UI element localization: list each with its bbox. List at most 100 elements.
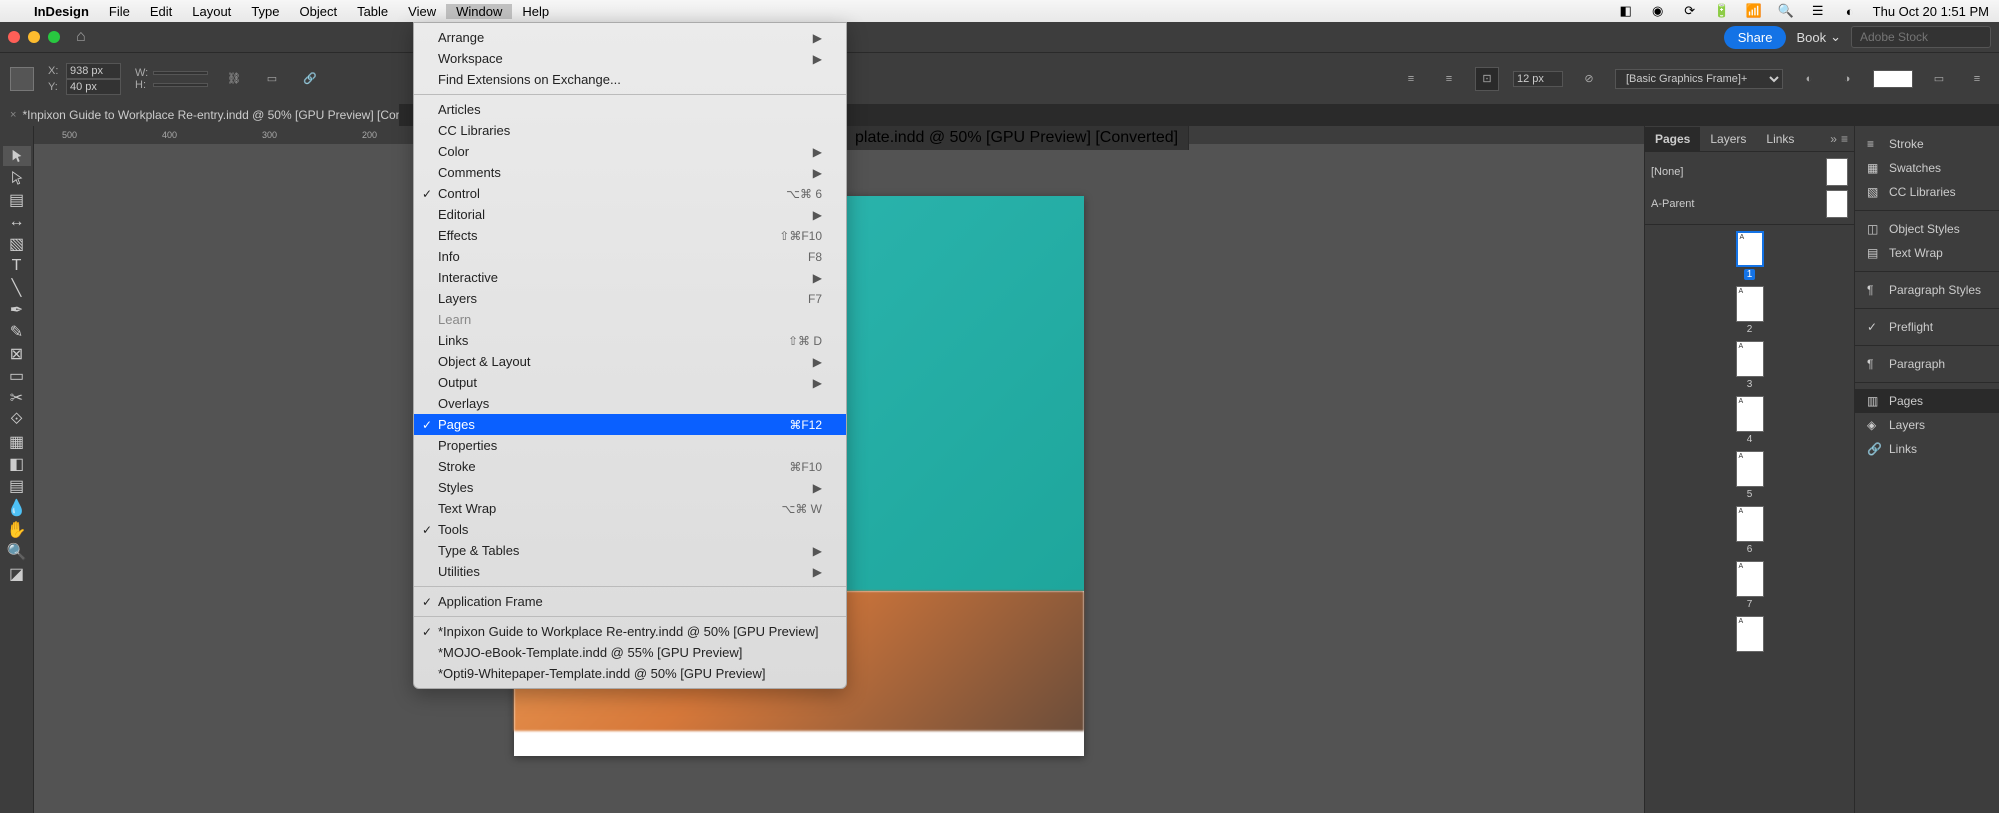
menu-item-utilities[interactable]: Utilities▶: [414, 561, 846, 582]
menubar-app[interactable]: InDesign: [24, 4, 99, 19]
menu-item-color[interactable]: Color▶: [414, 141, 846, 162]
effects-stroke-icon[interactable]: ◑: [1835, 67, 1859, 91]
menu-item-properties[interactable]: Properties: [414, 435, 846, 456]
menu-item-layers[interactable]: LayersF7: [414, 288, 846, 309]
pen-tool[interactable]: ✒: [3, 300, 31, 320]
dock-links[interactable]: 🔗Links: [1855, 437, 1999, 461]
panel-menu-icon[interactable]: ≡: [1965, 67, 1989, 91]
y-field[interactable]: 40 px: [66, 79, 121, 95]
adobe-stock-search[interactable]: [1851, 26, 1991, 48]
line-tool[interactable]: ╲: [3, 278, 31, 298]
minimize-window-button[interactable]: [28, 31, 40, 43]
master-none[interactable]: [None]: [1651, 156, 1848, 188]
menu-type[interactable]: Type: [241, 4, 289, 19]
scissors-tool[interactable]: ✂: [3, 388, 31, 408]
dock-preflight[interactable]: ✓Preflight: [1855, 315, 1999, 339]
wrap-around-icon[interactable]: ⊡: [1475, 67, 1499, 91]
page-thumb-7[interactable]: A: [1736, 561, 1764, 597]
menu-item-styles[interactable]: Styles▶: [414, 477, 846, 498]
menu-item-overlays[interactable]: Overlays: [414, 393, 846, 414]
control-center-icon[interactable]: ☰: [1809, 2, 1827, 20]
h-field[interactable]: [153, 83, 208, 87]
battery-icon[interactable]: 🔋: [1713, 2, 1731, 20]
wifi-icon[interactable]: 📶: [1745, 2, 1763, 20]
menu-item-arrange[interactable]: Arrange▶: [414, 27, 846, 48]
dock-pages[interactable]: ▥Pages: [1855, 389, 1999, 413]
free-transform-tool[interactable]: ⟐: [3, 410, 31, 430]
link-icon[interactable]: 🔗: [298, 67, 322, 91]
panel-tab-links[interactable]: Links: [1756, 127, 1804, 151]
menu-item-find-extensions-on-exchange-[interactable]: Find Extensions on Exchange...: [414, 69, 846, 90]
menu-item-application-frame[interactable]: ✓Application Frame: [414, 591, 846, 612]
align-left-icon[interactable]: ≡: [1399, 67, 1423, 91]
menu-help[interactable]: Help: [512, 4, 559, 19]
dock-layers[interactable]: ◈Layers: [1855, 413, 1999, 437]
constrain-icon[interactable]: ⛓: [222, 67, 246, 91]
menu-item-effects[interactable]: Effects⇧⌘F10: [414, 225, 846, 246]
gradient-feather-tool[interactable]: ◧: [3, 454, 31, 474]
reference-point-grid[interactable]: [10, 67, 34, 91]
dock-object-styles[interactable]: ◫Object Styles: [1855, 217, 1999, 241]
menu-item-stroke[interactable]: Stroke⌘F10: [414, 456, 846, 477]
page-thumb-1[interactable]: A: [1736, 231, 1764, 267]
page-thumb-6[interactable]: A: [1736, 506, 1764, 542]
close-tab-icon[interactable]: ×: [10, 109, 16, 121]
fitting-icon[interactable]: ▭: [260, 67, 284, 91]
book-dropdown[interactable]: Book ⌄: [1796, 29, 1841, 45]
page-thumb-5[interactable]: A: [1736, 451, 1764, 487]
dock-paragraph[interactable]: ¶Paragraph: [1855, 352, 1999, 376]
note-tool[interactable]: ▤: [3, 476, 31, 496]
menu-window[interactable]: Window: [446, 4, 512, 19]
notification-icon[interactable]: ◧: [1617, 2, 1635, 20]
document-tab-1[interactable]: × *Inpixon Guide to Workplace Re-entry.i…: [0, 104, 400, 126]
x-field[interactable]: 938 px: [66, 63, 121, 79]
w-field[interactable]: [153, 71, 208, 75]
spotlight-icon[interactable]: 🔍: [1777, 2, 1795, 20]
pencil-tool[interactable]: ✎: [3, 322, 31, 342]
master-a-parent[interactable]: A-Parent: [1651, 188, 1848, 220]
menu-item-pages[interactable]: ✓Pages⌘F12: [414, 414, 846, 435]
home-icon[interactable]: ⌂: [76, 28, 86, 46]
menu-item-cc-libraries[interactable]: CC Libraries: [414, 120, 846, 141]
page-thumb-3[interactable]: A: [1736, 341, 1764, 377]
menu-item-comments[interactable]: Comments▶: [414, 162, 846, 183]
effects-fill-icon[interactable]: ◐: [1797, 67, 1821, 91]
type-tool[interactable]: T: [3, 256, 31, 276]
dock-swatches[interactable]: ▦Swatches: [1855, 156, 1999, 180]
dock-stroke[interactable]: ≡Stroke: [1855, 132, 1999, 156]
page-thumb-8[interactable]: A: [1736, 616, 1764, 652]
menu-object[interactable]: Object: [290, 4, 348, 19]
menu-item-interactive[interactable]: Interactive▶: [414, 267, 846, 288]
hand-tool[interactable]: ✋: [3, 520, 31, 540]
circle-icon[interactable]: ◉: [1649, 2, 1667, 20]
menu-layout[interactable]: Layout: [182, 4, 241, 19]
page-tool[interactable]: ▤: [3, 190, 31, 210]
page-thumb-2[interactable]: A: [1736, 286, 1764, 322]
object-style-dropdown[interactable]: [Basic Graphics Frame]+: [1615, 69, 1783, 89]
size-field[interactable]: 12 px: [1513, 71, 1563, 87]
menu-item-output[interactable]: Output▶: [414, 372, 846, 393]
zoom-window-button[interactable]: [48, 31, 60, 43]
clear-wrap-icon[interactable]: ⊘: [1577, 67, 1601, 91]
share-button[interactable]: Share: [1724, 26, 1787, 49]
menu-item-links[interactable]: Links⇧⌘ D: [414, 330, 846, 351]
menu-item-workspace[interactable]: Workspace▶: [414, 48, 846, 69]
menubar-datetime[interactable]: Thu Oct 20 1:51 PM: [1873, 4, 1989, 19]
gap-tool[interactable]: ↔: [3, 212, 31, 232]
menu-item-object-layout[interactable]: Object & Layout▶: [414, 351, 846, 372]
screen-mode-icon[interactable]: ▭: [1927, 67, 1951, 91]
menu-item--inpixon-guide-to-workplace-re-entry-indd-50-gpu-preview-[interactable]: ✓*Inpixon Guide to Workplace Re-entry.in…: [414, 621, 846, 642]
document-tab-2[interactable]: plate.indd @ 50% [GPU Preview] [Converte…: [845, 126, 1189, 150]
sync-icon[interactable]: ⟳: [1681, 2, 1699, 20]
panel-menu-icon[interactable]: ≡: [1841, 132, 1848, 146]
eyedropper-tool[interactable]: 💧: [3, 498, 31, 518]
menu-item-tools[interactable]: ✓Tools: [414, 519, 846, 540]
menu-view[interactable]: View: [398, 4, 446, 19]
zoom-tool[interactable]: 🔍: [3, 542, 31, 562]
dock-cc-libraries[interactable]: ▧CC Libraries: [1855, 180, 1999, 204]
selection-tool[interactable]: [3, 146, 31, 166]
menu-item-info[interactable]: InfoF8: [414, 246, 846, 267]
content-collector-tool[interactable]: ▧: [3, 234, 31, 254]
fill-swatch[interactable]: [1873, 70, 1913, 88]
fill-stroke-toggle[interactable]: ◪: [3, 564, 31, 584]
